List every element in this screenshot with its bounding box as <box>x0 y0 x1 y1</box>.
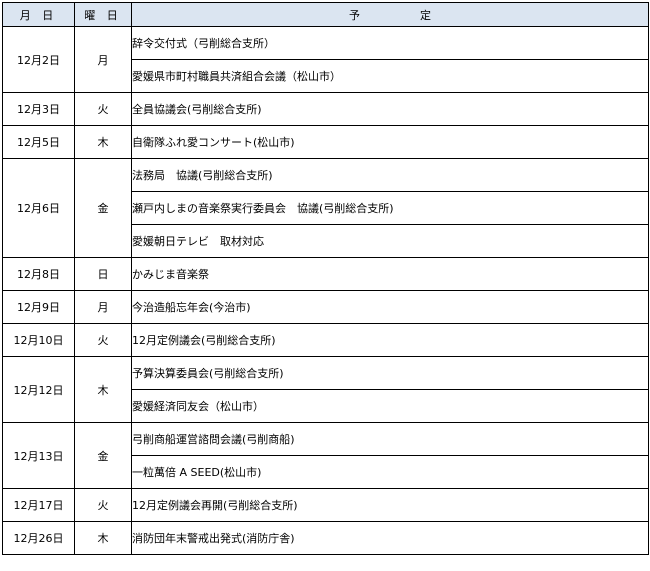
table-row: 12月2日月辞令交付式（弓削総合支所） <box>2 26 649 93</box>
table-row: 12月6日金法務局 協議(弓削総合支所) <box>2 158 649 258</box>
weekday-cell: 木 <box>74 521 132 555</box>
event-cell: 今治造船忘年会(今治市) <box>131 290 649 324</box>
header-plan-1: 予 <box>349 8 360 22</box>
header-day: 曜 日 <box>74 2 132 27</box>
table-row: 12月9日月今治造船忘年会(今治市) <box>2 290 649 324</box>
weekday-cell: 木 <box>74 125 132 159</box>
weekday-cell: 火 <box>74 488 132 522</box>
weekday-cell: 金 <box>74 422 132 489</box>
table-header: 月 日 曜 日 予定 <box>2 2 649 27</box>
weekday-cell: 木 <box>74 356 132 423</box>
event-cell: 愛媛朝日テレビ 取材対応 <box>131 224 649 258</box>
weekday-cell: 日 <box>74 257 132 291</box>
event-cell: 弓削商船運営諮問会議(弓削商船) <box>131 422 649 456</box>
weekday-cell: 月 <box>74 26 132 93</box>
date-cell: 12月17日 <box>2 488 75 522</box>
header-date: 月 日 <box>2 2 75 27</box>
table-row: 12月17日火 12月定例議会再開(弓削総合支所) <box>2 488 649 522</box>
event-cell: 愛媛経済同友会（松山市） <box>131 389 649 423</box>
weekday-cell: 月 <box>74 290 132 324</box>
date-cell: 12月8日 <box>2 257 75 291</box>
event-cell: かみじま音楽祭 <box>131 257 649 291</box>
weekday-cell: 火 <box>74 323 132 357</box>
event-cell: 全員協議会(弓削総合支所) <box>131 92 649 126</box>
table-row: 12月13日金弓削商船運営諮問会議(弓削商船) <box>2 422 649 489</box>
table-row: 12月12日木予算決算委員会(弓削総合支所) <box>2 356 649 423</box>
event-cell: 自衛隊ふれ愛コンサート(松山市) <box>131 125 649 159</box>
date-cell: 12月26日 <box>2 521 75 555</box>
event-cell: 愛媛県市町村職員共済組合会議（松山市） <box>131 59 649 93</box>
event-cell: 消防団年末警戒出発式(消防庁舎) <box>131 521 649 555</box>
weekday-cell: 金 <box>74 158 132 258</box>
table-row: 12月26日木消防団年末警戒出発式(消防庁舎) <box>2 521 649 555</box>
date-cell: 12月12日 <box>2 356 75 423</box>
table-row: 12月5日木自衛隊ふれ愛コンサート(松山市) <box>2 125 649 159</box>
header-plan-2: 定 <box>420 8 431 22</box>
event-cell: 12月定例議会(弓削総合支所) <box>131 323 649 357</box>
weekday-cell: 火 <box>74 92 132 126</box>
header-plan: 予定 <box>131 2 649 27</box>
event-cell: 瀬戸内しまの音楽祭実行委員会 協議(弓削総合支所) <box>131 191 649 225</box>
event-cell: 辞令交付式（弓削総合支所） <box>131 26 649 60</box>
date-cell: 12月5日 <box>2 125 75 159</box>
date-cell: 12月3日 <box>2 92 75 126</box>
date-cell: 12月6日 <box>2 158 75 258</box>
date-cell: 12月2日 <box>2 26 75 93</box>
date-cell: 12月13日 <box>2 422 75 489</box>
event-cell: 12月定例議会再開(弓削総合支所) <box>131 488 649 522</box>
event-cell: 一粒萬倍 A SEED(松山市) <box>131 455 649 489</box>
table-row: 12月8日日かみじま音楽祭 <box>2 257 649 291</box>
date-cell: 12月10日 <box>2 323 75 357</box>
date-cell: 12月9日 <box>2 290 75 324</box>
table-body: 12月2日月辞令交付式（弓削総合支所） 愛媛県市町村職員共済組合会議（松山市） 12… <box>2 26 649 555</box>
table-row: 12月3日火全員協議会(弓削総合支所) <box>2 92 649 126</box>
schedule-table: 月 日 曜 日 予定 12月2日月辞令交付式（弓削総合支所） 愛媛県市町村職員共済… <box>2 2 649 555</box>
event-cell: 予算決算委員会(弓削総合支所) <box>131 356 649 390</box>
event-cell: 法務局 協議(弓削総合支所) <box>131 158 649 192</box>
table-row: 12月10日火 12月定例議会(弓削総合支所) <box>2 323 649 357</box>
